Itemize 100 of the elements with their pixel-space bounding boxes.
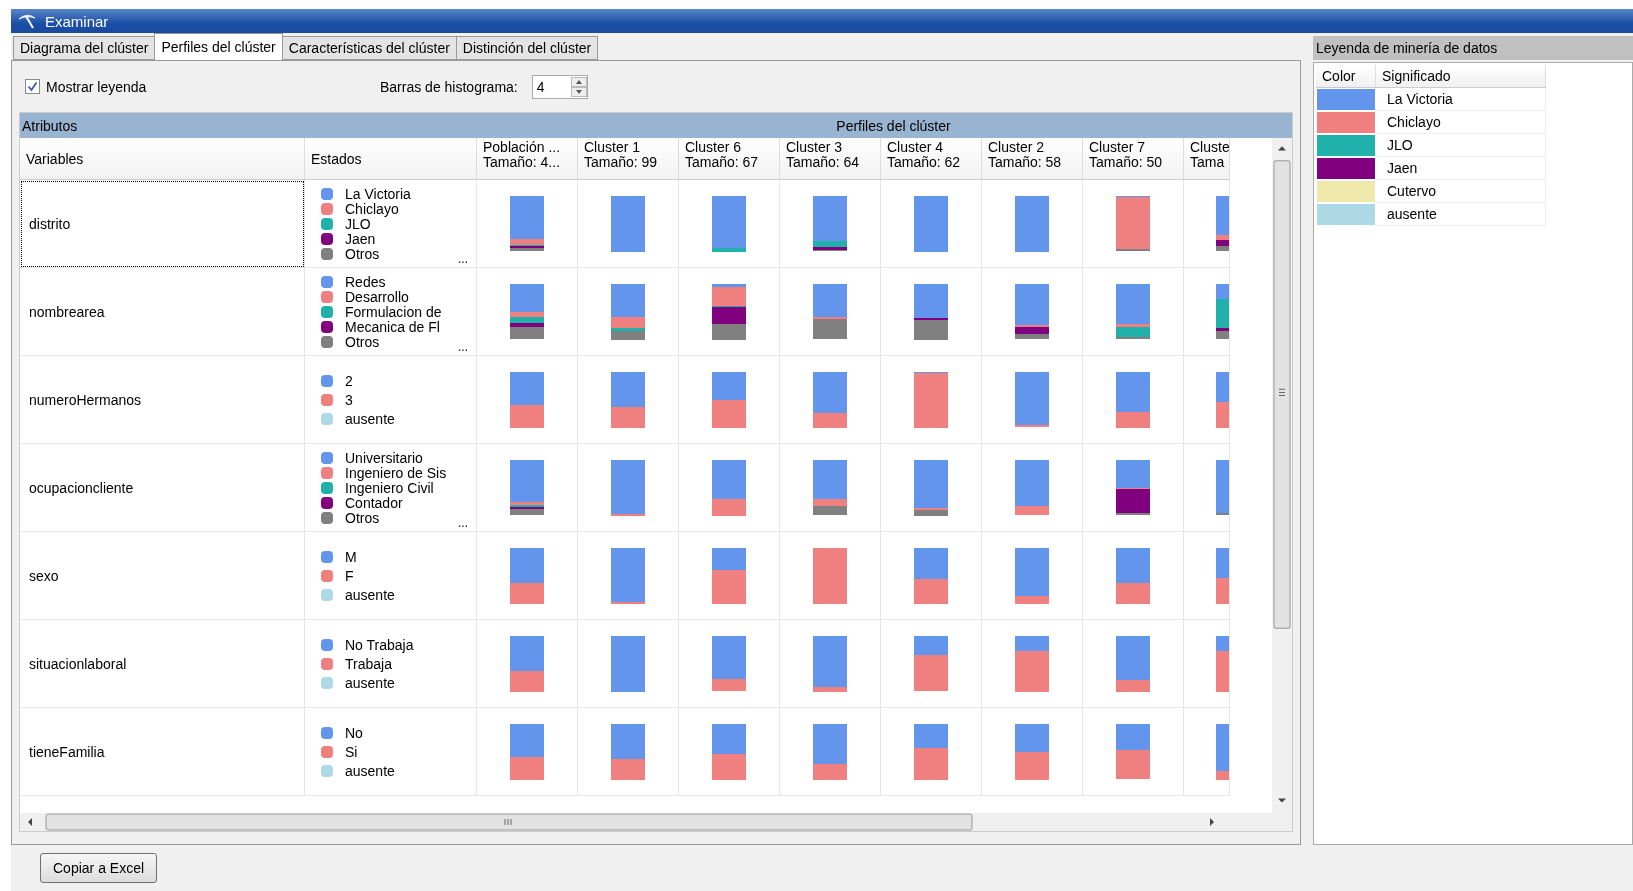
histogram-bar-drawing	[611, 283, 645, 340]
column-header[interactable]: Cluster 4 Tamaño: 62	[881, 138, 982, 180]
state-label: Chiclayo	[345, 200, 399, 217]
horizontal-scrollbar[interactable]	[20, 813, 1292, 831]
column-header[interactable]: Cluster 6 Tamaño: 67	[679, 138, 780, 180]
number-spinner[interactable]: 4	[531, 74, 588, 99]
state-label: No Trabaja	[345, 636, 414, 653]
histogram-bar-drawing	[1216, 195, 1229, 252]
state-label: Otros	[345, 333, 380, 350]
more-label: ...	[458, 341, 468, 353]
histogram-bar-drawing	[914, 723, 948, 780]
more-label: ...	[458, 253, 468, 265]
histogram-bar-drawing	[712, 195, 746, 252]
checkbox[interactable]	[25, 79, 40, 94]
band-title: Perfiles del clúster	[835, 117, 952, 134]
copy-button[interactable]: Copiar a Excel	[40, 853, 158, 883]
pickaxe-icon	[17, 13, 37, 29]
histogram-bar-drawing	[1015, 723, 1049, 780]
histogram-bar-drawing	[1116, 283, 1150, 340]
histogram-bar-drawing	[1116, 371, 1150, 428]
band-label: Atributos	[21, 117, 79, 134]
histogram-bar-drawing	[813, 283, 847, 340]
state-label: ausente	[345, 762, 395, 779]
table-cell: situacionlaboral	[20, 620, 305, 708]
tab[interactable]: Características del clúster	[281, 36, 457, 60]
column-header[interactable]: Cluste Tama	[1184, 138, 1230, 180]
state-label: Mecanica de Fl	[345, 318, 440, 335]
more-label: ...	[458, 517, 468, 529]
histogram-bar-drawing	[813, 195, 847, 252]
column-header[interactable]: Color	[1316, 65, 1376, 88]
legend-label: La Victoria	[1376, 88, 1546, 111]
column-header[interactable]: Cluster 7 Tamaño: 50	[1083, 138, 1184, 180]
state-label: Ingeniero de Sis	[345, 464, 447, 481]
vertical-scrollbar[interactable]	[1272, 138, 1292, 813]
histogram-bar-drawing	[1216, 547, 1229, 604]
legend-label: Cutervo	[1376, 180, 1546, 203]
tab[interactable]: Diagrama del clúster	[13, 36, 156, 60]
table-cell: ocupacioncliente	[20, 444, 305, 532]
column-header[interactable]: Población ... Tamaño: 4...	[477, 138, 578, 180]
histogram-bar-drawing	[1116, 195, 1150, 252]
legend-label: JLO	[1376, 134, 1546, 157]
histogram-bar-drawing	[611, 547, 645, 604]
histogram-bars-label: Barras de histograma:	[380, 78, 518, 95]
panel-title: Leyenda de minería de datos	[1313, 36, 1633, 60]
histogram-bar-drawing	[510, 195, 544, 252]
histogram-bar-drawing	[813, 635, 847, 692]
column-header[interactable]: Significado	[1376, 65, 1546, 88]
histogram-bar-drawing	[712, 371, 746, 428]
table-cell: numeroHermanos	[20, 356, 305, 444]
histogram-bar-drawing	[1216, 459, 1229, 516]
histogram-bar-drawing	[712, 723, 746, 780]
histogram-bar-drawing	[611, 195, 645, 252]
histogram-bar-drawing	[914, 459, 948, 516]
column-header[interactable]: Cluster 1 Tamaño: 99	[578, 138, 679, 180]
legend-label: Jaen	[1376, 157, 1546, 180]
table-cell: nombrearea	[20, 268, 305, 356]
histogram-bar-drawing	[510, 371, 544, 428]
state-label: Formulacion de	[345, 303, 442, 320]
histogram-bar-drawing	[813, 547, 847, 604]
column-header[interactable]: Estados	[305, 138, 477, 180]
state-label: No	[345, 724, 363, 741]
table-cell: sexo	[20, 532, 305, 620]
histogram-bar-drawing	[712, 459, 746, 516]
table-cell: distrito	[20, 180, 305, 268]
state-label: Redes	[345, 273, 386, 290]
histogram-bar-drawing	[1116, 459, 1150, 516]
histogram-bar-drawing	[914, 547, 948, 604]
histogram-bar-drawing	[1216, 723, 1229, 780]
state-label: Otros	[345, 509, 380, 526]
histogram-bar-drawing	[510, 459, 544, 516]
column-header[interactable]: Cluster 2 Tamaño: 58	[982, 138, 1083, 180]
state-label: JLO	[345, 215, 371, 232]
histogram-bar-drawing	[1015, 547, 1049, 604]
histogram-bar-drawing	[813, 723, 847, 780]
histogram-bar-drawing	[1116, 547, 1150, 604]
histogram-bar-drawing	[1116, 723, 1150, 780]
histogram-bar-drawing	[712, 283, 746, 340]
histogram-bar-drawing	[914, 283, 948, 340]
histogram-bar-drawing	[813, 371, 847, 428]
histogram-bar-drawing	[510, 635, 544, 692]
legend-label: ausente	[1376, 203, 1546, 226]
state-label: 2	[345, 372, 353, 389]
state-label: ausente	[345, 674, 395, 691]
histogram-bar-drawing	[813, 459, 847, 516]
histogram-bar-drawing	[914, 195, 948, 252]
histogram-bar-drawing	[1015, 371, 1049, 428]
histogram-bar-drawing	[510, 283, 544, 340]
state-label: F	[345, 567, 354, 584]
histogram-bar-drawing	[611, 371, 645, 428]
column-header[interactable]: Variables	[20, 138, 305, 180]
histogram-bar-drawing	[1015, 283, 1049, 340]
column-header[interactable]: Cluster 3 Tamaño: 64	[780, 138, 881, 180]
histogram-bar-drawing	[1216, 635, 1229, 692]
state-label: Trabaja	[345, 655, 392, 672]
histogram-bar-drawing	[611, 635, 645, 692]
tab[interactable]: Perfiles del clúster	[154, 33, 283, 60]
state-label: 3	[345, 391, 353, 408]
tab[interactable]: Distinción del clúster	[455, 36, 599, 60]
state-label: La Victoria	[345, 185, 411, 202]
legend-label: Chiclayo	[1376, 111, 1546, 134]
